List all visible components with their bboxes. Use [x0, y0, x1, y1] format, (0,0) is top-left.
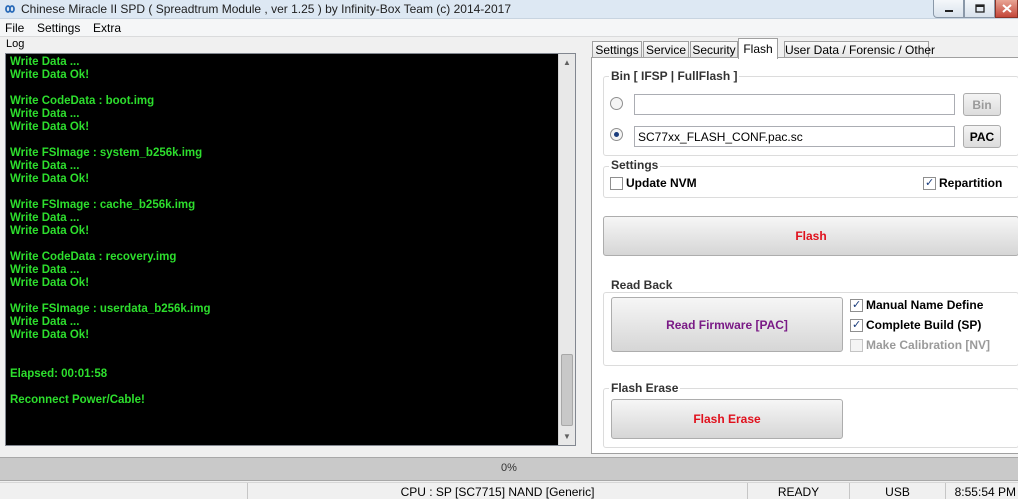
- close-icon: [1001, 4, 1012, 13]
- log-line: Write Data ...: [10, 160, 80, 172]
- tab-service[interactable]: Service: [643, 41, 689, 58]
- pac-button[interactable]: PAC: [963, 125, 1001, 148]
- complete-build-label: Complete Build (SP): [866, 318, 982, 332]
- log-line: Write Data Ok!: [10, 277, 90, 289]
- erase-group-title: Flash Erase: [609, 381, 681, 395]
- scroll-thumb[interactable]: [561, 354, 573, 426]
- settings-group-title: Settings: [609, 158, 661, 172]
- status-port: USB: [850, 483, 946, 499]
- log-line: Write Data Ok!: [10, 69, 90, 81]
- make-calibration-label: Make Calibration [NV]: [866, 338, 991, 352]
- progress-bar: 0%: [0, 457, 1018, 481]
- log-line: Write Data ...: [10, 264, 80, 276]
- minimize-button[interactable]: [933, 0, 964, 18]
- tab-settings[interactable]: Settings: [592, 41, 642, 58]
- close-button[interactable]: [995, 0, 1018, 18]
- pac-path-field[interactable]: SC77xx_FLASH_CONF.pac.sc: [634, 126, 955, 147]
- log-line: Write Data ...: [10, 316, 80, 328]
- log-panel: Write Data ... Write Data Ok! Write CodeD…: [5, 53, 576, 446]
- log-output: Write Data ... Write Data Ok! Write CodeD…: [10, 56, 555, 441]
- bin-radio[interactable]: [610, 97, 623, 110]
- scroll-up-icon[interactable]: ▲: [559, 54, 575, 71]
- log-scrollbar[interactable]: ▲ ▼: [558, 54, 575, 445]
- app-infinity-icon: [5, 5, 15, 13]
- tab-user-data[interactable]: User Data / Forensic / Other: [784, 41, 935, 58]
- maximize-icon: [974, 4, 985, 13]
- log-line: Elapsed: 00:01:58: [10, 368, 108, 380]
- complete-build-checkbox[interactable]: [850, 318, 863, 332]
- menu-file[interactable]: File: [5, 21, 24, 35]
- progress-text: 0%: [501, 462, 517, 474]
- bin-button[interactable]: Bin: [963, 93, 1001, 116]
- log-line: Write CodeData : recovery.img: [10, 251, 177, 263]
- update-nvm-label: Update NVM: [626, 176, 697, 190]
- maximize-button[interactable]: [964, 0, 995, 18]
- bin-path-field[interactable]: [634, 94, 955, 115]
- status-cpu: CPU : SP [SC7715] NAND [Generic]: [248, 483, 748, 499]
- log-line: Write Data ...: [10, 212, 80, 224]
- menu-extra[interactable]: Extra: [93, 21, 121, 35]
- manual-name-checkbox[interactable]: [850, 298, 863, 312]
- menu-bar: File Settings Extra: [0, 19, 1018, 37]
- log-line: Write CodeData : boot.img: [10, 95, 155, 107]
- title-bar: Chinese Miracle II SPD ( Spreadtrum Modu…: [0, 0, 1018, 19]
- scroll-down-icon[interactable]: ▼: [559, 428, 575, 445]
- status-empty-cell: [0, 483, 248, 499]
- log-line: Write Data ...: [10, 56, 80, 68]
- menu-settings[interactable]: Settings: [37, 21, 80, 35]
- bin-group-title: Bin [ IFSP | FullFlash ]: [609, 69, 740, 83]
- readback-group-title: Read Back: [609, 278, 675, 292]
- manual-name-label: Manual Name Define: [866, 298, 984, 312]
- log-line: Write Data Ok!: [10, 121, 90, 133]
- read-firmware-button[interactable]: Read Firmware [PAC]: [611, 297, 843, 352]
- log-label: Log: [6, 38, 25, 50]
- repartition-checkbox[interactable]: [923, 176, 936, 190]
- status-time: 8:55:54 PM: [954, 485, 1016, 499]
- minimize-icon: [944, 9, 953, 12]
- log-line: Write Data Ok!: [10, 329, 90, 341]
- pac-radio[interactable]: [610, 128, 623, 141]
- log-line: Write FSImage : cache_b256k.img: [10, 199, 196, 211]
- log-line: Write Data Ok!: [10, 225, 90, 237]
- log-line: Write FSImage : userdata_b256k.img: [10, 303, 211, 315]
- repartition-label: Repartition: [939, 176, 1003, 190]
- status-bar: CPU : SP [SC7715] NAND [Generic] READY U…: [0, 482, 1018, 499]
- update-nvm-checkbox[interactable]: [610, 177, 623, 190]
- flash-button[interactable]: Flash: [603, 216, 1018, 256]
- status-state: READY: [748, 483, 850, 499]
- make-calibration-checkbox[interactable]: [850, 339, 863, 352]
- log-line: Write Data ...: [10, 108, 80, 120]
- log-line: Reconnect Power/Cable!: [10, 394, 145, 406]
- log-line: Write Data Ok!: [10, 173, 90, 185]
- log-line: Write FSImage : system_b256k.img: [10, 147, 203, 159]
- flash-tab-panel: Bin [ IFSP | FullFlash ] Bin SC77xx_FLAS…: [591, 57, 1018, 454]
- tab-security[interactable]: Security: [690, 41, 738, 58]
- window-title: Chinese Miracle II SPD ( Spreadtrum Modu…: [21, 2, 511, 16]
- tab-flash[interactable]: Flash: [738, 38, 778, 59]
- flash-erase-button[interactable]: Flash Erase: [611, 399, 843, 439]
